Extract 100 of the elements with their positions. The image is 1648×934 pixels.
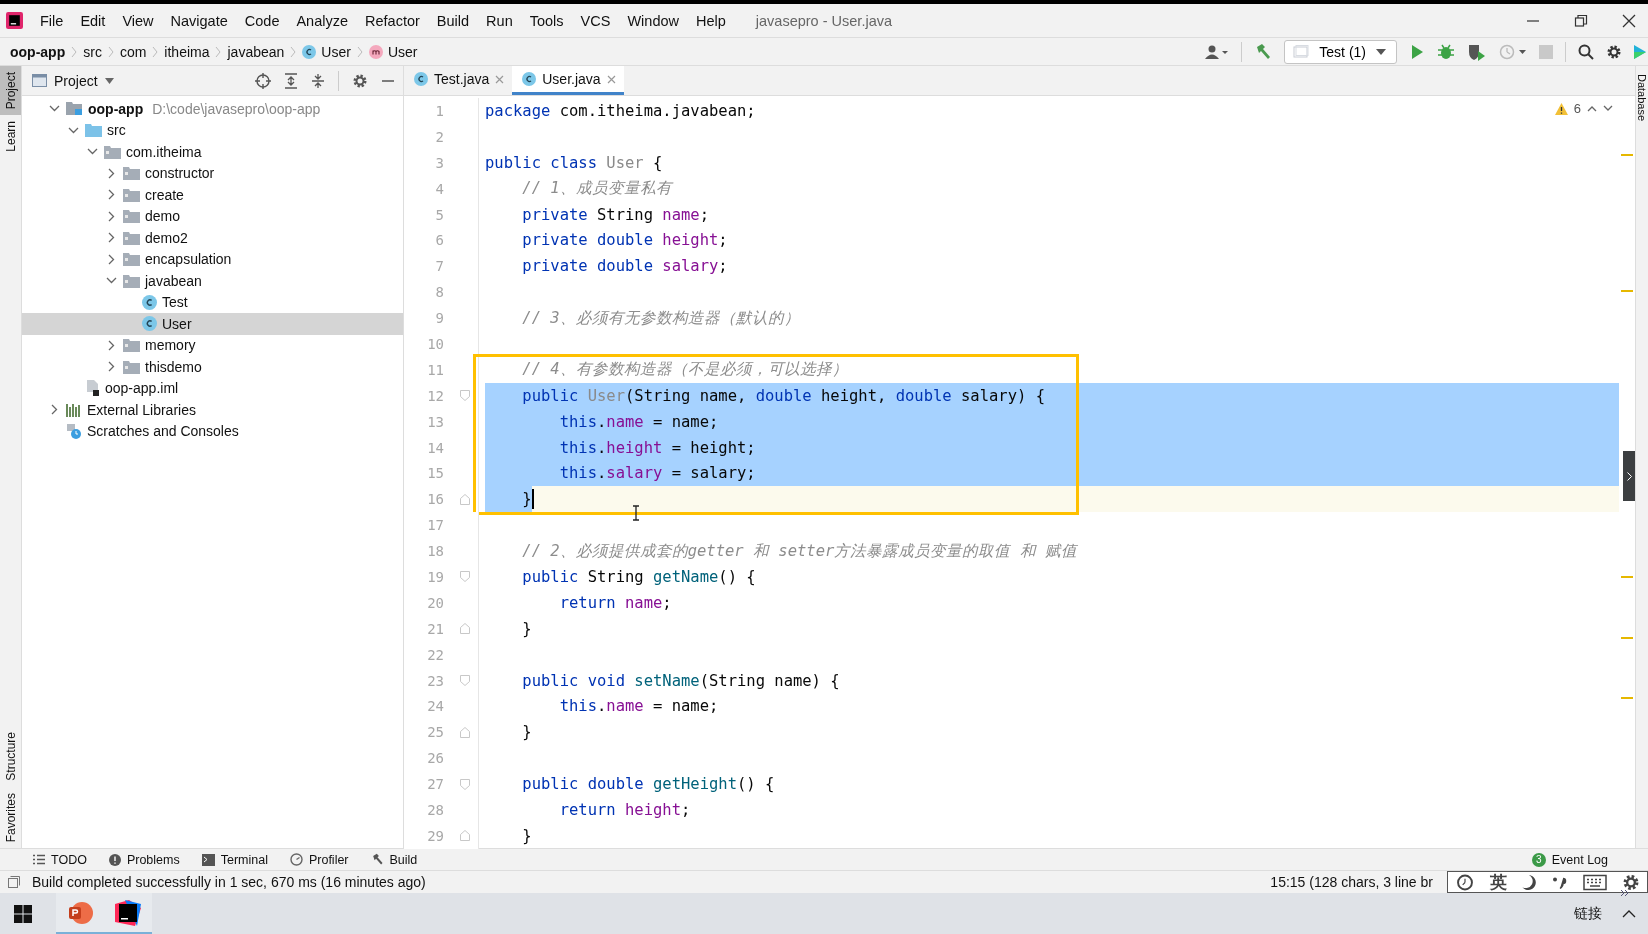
settings-icon[interactable] (1606, 43, 1622, 60)
menu-item[interactable]: VCS (571, 12, 619, 29)
close-icon[interactable] (1622, 13, 1636, 28)
menu-item[interactable]: File (31, 12, 72, 29)
tool-window-tab[interactable]: Database (1636, 66, 1648, 130)
tree-item[interactable]: External Libraries (22, 399, 403, 421)
chevron-up-icon[interactable] (1587, 105, 1597, 112)
editor-tab[interactable]: Test.java (404, 66, 513, 95)
tool-window-tab[interactable]: Favorites (0, 786, 21, 848)
chevron-right-icon[interactable] (108, 167, 115, 179)
menu-item[interactable]: Window (618, 12, 687, 29)
tree-item[interactable]: thisdemo (22, 356, 403, 378)
run-icon[interactable] (1409, 43, 1425, 60)
tree-item[interactable]: create (22, 184, 403, 206)
restore-icon[interactable] (1574, 13, 1588, 28)
tool-window-button[interactable]: Build (370, 852, 418, 867)
panel-title[interactable]: Project (54, 72, 98, 89)
keyboard-icon[interactable] (1583, 873, 1607, 891)
breadcrumb-item[interactable]: oop-app (10, 43, 66, 60)
tree-item[interactable]: memory (22, 334, 403, 356)
menu-item[interactable]: Help (687, 12, 734, 29)
tree-item[interactable]: Scratches and Consoles (22, 420, 403, 442)
menu-item[interactable]: Refactor (356, 12, 428, 29)
tool-window-tab[interactable]: Learn (0, 115, 21, 159)
chevron-right-icon[interactable] (108, 339, 115, 351)
scroll-marker[interactable] (1621, 290, 1633, 292)
expand-all-icon[interactable] (284, 72, 298, 89)
crosshair-icon[interactable] (255, 72, 271, 89)
menu-item[interactable]: Analyze (287, 12, 357, 29)
warning-count[interactable]: 6 (1573, 101, 1581, 116)
tool-window-button[interactable]: Profiler (289, 852, 349, 867)
user-icon[interactable] (1205, 43, 1230, 60)
chevron-down-icon[interactable] (68, 126, 79, 134)
panel-toggle[interactable] (1623, 451, 1635, 501)
input-mode-toggle[interactable]: 英 (1490, 870, 1507, 894)
breadcrumb-item[interactable]: User (302, 43, 351, 60)
caret-icon[interactable] (104, 77, 114, 84)
tree-item[interactable]: demo (22, 205, 403, 227)
tree-item[interactable]: com.itheima (22, 141, 403, 163)
breadcrumb-item[interactable]: itheima (164, 43, 210, 60)
tree-item[interactable]: demo2 (22, 227, 403, 249)
menu-item[interactable]: Edit (71, 12, 114, 29)
tree-item[interactable]: javabean (22, 270, 403, 292)
search-icon[interactable] (1578, 43, 1594, 60)
tree-item[interactable]: encapsulation (22, 248, 403, 270)
caret-position[interactable]: 15:15 (128 chars, 3 line br (1270, 874, 1433, 890)
tool-window-tab[interactable]: Project (0, 66, 21, 116)
event-log-button[interactable]: 3 Event Log (1531, 852, 1608, 867)
tree-item[interactable]: src (22, 119, 403, 141)
scroll-marker[interactable] (1621, 697, 1633, 699)
tree-item[interactable]: User (22, 313, 403, 335)
warning-icon[interactable] (1554, 102, 1568, 115)
chevron-right-icon[interactable] (108, 189, 115, 201)
chevron-right-icon[interactable] (108, 361, 115, 373)
profiler-icon[interactable] (1499, 42, 1527, 61)
hammer-icon[interactable] (1254, 42, 1273, 61)
clock-icon[interactable] (1454, 873, 1476, 891)
chevron-right-icon[interactable] (51, 404, 58, 416)
moon-icon[interactable] (1521, 873, 1537, 891)
menu-item[interactable]: Build (427, 12, 478, 29)
menu-item[interactable]: Run (477, 12, 521, 29)
settings-icon[interactable] (1621, 873, 1641, 891)
scroll-marker[interactable] (1621, 154, 1633, 156)
breadcrumb-item[interactable]: javabean (227, 43, 285, 60)
scroll-marker[interactable] (1621, 637, 1633, 639)
menu-item[interactable]: View (113, 12, 162, 29)
panel-toggle-icon[interactable] (8, 876, 20, 888)
chevron-right-icon[interactable] (108, 253, 115, 265)
overflow-icon[interactable] (1620, 888, 1630, 897)
chevron-down-icon[interactable] (106, 277, 117, 285)
tree-item[interactable]: Test (22, 291, 403, 313)
menu-item[interactable]: Navigate (161, 12, 236, 29)
breadcrumb-item[interactable]: src (83, 43, 102, 60)
tool-window-button[interactable]: Terminal (201, 852, 268, 867)
tool-window-button[interactable]: TODO (33, 852, 87, 867)
menu-item[interactable]: Tools (520, 12, 572, 29)
chevron-down-icon[interactable] (87, 148, 98, 156)
settings-icon[interactable] (352, 72, 368, 89)
breadcrumb-item[interactable]: User (368, 43, 418, 60)
tree-item[interactable]: oop-app D:\code\javasepro\oop-app (22, 98, 403, 120)
breadcrumb-item[interactable]: com (119, 43, 147, 60)
chevron-down-icon[interactable] (1603, 105, 1613, 112)
chevron-right-icon[interactable] (108, 232, 115, 244)
run-configuration-dropdown[interactable]: Test (1) (1284, 39, 1397, 64)
tray-label[interactable]: 链接 (1574, 904, 1602, 923)
scroll-marker[interactable] (1621, 576, 1633, 578)
chevron-up-icon[interactable] (1622, 909, 1636, 918)
start-icon[interactable] (14, 904, 32, 923)
collapse-all-icon[interactable] (311, 72, 325, 89)
coverage-icon[interactable] (1467, 42, 1487, 61)
chevron-down-icon[interactable] (49, 105, 60, 113)
taskbar-app[interactable] (104, 893, 152, 934)
editor-tab[interactable]: User.java (512, 66, 624, 95)
bug-icon[interactable] (1437, 42, 1455, 61)
tree-item[interactable]: oop-app.iml (22, 377, 403, 399)
tool-window-button[interactable]: Problems (108, 852, 180, 867)
chevron-right-icon[interactable] (108, 210, 115, 222)
tool-window-tab[interactable]: Structure (0, 725, 21, 787)
tree-item[interactable]: constructor (22, 162, 403, 184)
menu-item[interactable]: Code (235, 12, 288, 29)
